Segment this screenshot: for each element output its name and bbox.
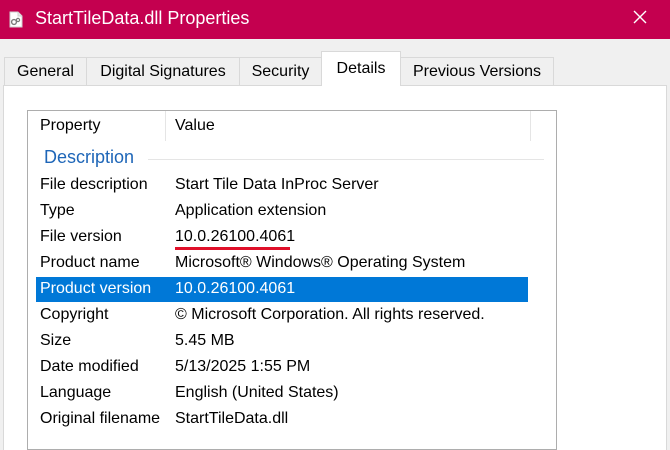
properties-window: StartTileData.dll Properties General Dig… <box>0 0 670 450</box>
table-row[interactable]: Copyright © Microsoft Corporation. All r… <box>36 303 528 328</box>
table-row[interactable]: Product name Microsoft® Windows® Operati… <box>36 251 528 276</box>
table-row[interactable]: File description Start Tile Data InProc … <box>36 173 528 198</box>
tab-digital-signatures[interactable]: Digital Signatures <box>86 57 240 85</box>
file-properties-icon <box>8 11 24 28</box>
property-value: 10.0.26100.4061 <box>175 228 296 245</box>
property-value: © Microsoft Corporation. All rights rese… <box>175 306 485 323</box>
property-name: Product name <box>40 254 140 271</box>
column-separator[interactable] <box>530 111 531 141</box>
property-value: Application extension <box>175 202 327 219</box>
column-header-value[interactable]: Value <box>175 117 215 135</box>
table-row[interactable]: File version 10.0.26100.4061 <box>36 225 528 250</box>
property-name: Language <box>40 384 112 401</box>
details-list[interactable]: Property Value Description File descript… <box>27 110 557 450</box>
property-name: File version <box>40 228 122 245</box>
property-name: Type <box>40 202 75 219</box>
property-value: Start Tile Data InProc Server <box>175 176 379 193</box>
tab-security[interactable]: Security <box>239 57 322 85</box>
table-row[interactable]: Type Application extension <box>36 199 528 224</box>
red-underline-annotation <box>175 247 290 250</box>
property-value: Microsoft® Windows® Operating System <box>175 254 466 271</box>
table-row-selected[interactable]: Product version 10.0.26100.4061 <box>36 277 528 302</box>
list-header: Property Value <box>28 111 556 141</box>
property-name: Date modified <box>40 358 139 375</box>
table-row[interactable]: Original filename StartTileData.dll <box>36 407 528 432</box>
close-icon <box>632 9 648 30</box>
property-name: Copyright <box>40 306 109 323</box>
group-divider <box>148 159 544 160</box>
property-value: 10.0.26100.4061 <box>175 280 296 297</box>
property-value: StartTileData.dll <box>175 410 289 427</box>
table-row[interactable]: Language English (United States) <box>36 381 528 406</box>
column-header-property[interactable]: Property <box>40 117 100 135</box>
title-bar[interactable]: StartTileData.dll Properties <box>0 0 670 39</box>
tab-strip: General Digital Signatures Security Deta… <box>0 39 670 86</box>
property-name: File description <box>40 176 148 193</box>
table-row[interactable]: Size 5.45 MB <box>36 329 528 354</box>
property-name: Product version <box>40 280 152 297</box>
property-value: English (United States) <box>175 384 339 401</box>
table-row[interactable]: Date modified 5/13/2025 1:55 PM <box>36 355 528 380</box>
property-value: 5.45 MB <box>175 332 235 349</box>
property-name: Size <box>40 332 72 349</box>
tab-general[interactable]: General <box>4 57 87 85</box>
tab-details[interactable]: Details <box>321 51 401 86</box>
window-title: StartTileData.dll Properties <box>35 8 250 28</box>
details-panel: Property Value Description File descript… <box>3 85 667 450</box>
column-separator[interactable] <box>165 111 166 141</box>
property-value: 5/13/2025 1:55 PM <box>175 358 311 375</box>
group-description: Description <box>28 147 556 171</box>
property-name: Original filename <box>40 410 161 427</box>
group-label: Description <box>44 147 141 168</box>
close-button[interactable] <box>610 0 670 39</box>
tab-previous-versions[interactable]: Previous Versions <box>400 57 554 85</box>
